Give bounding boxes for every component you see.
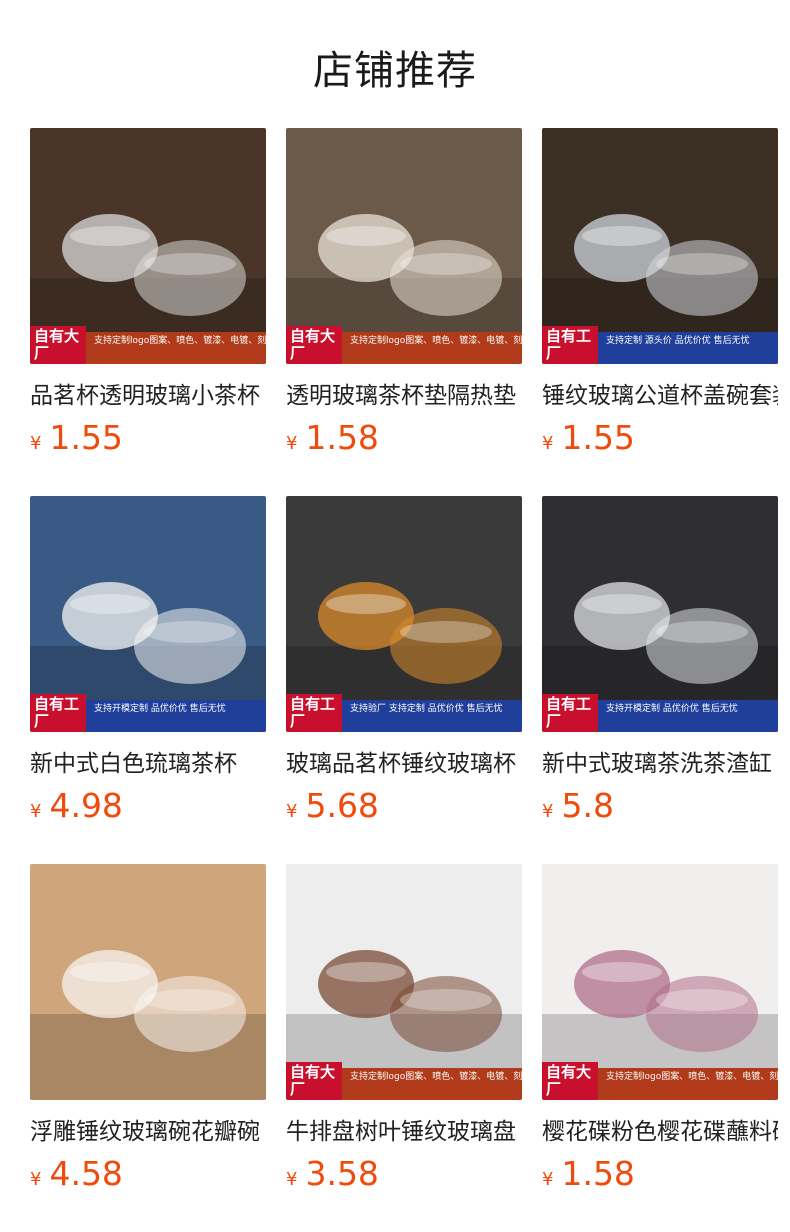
product-name[interactable]: 新中式玻璃茶洗茶渣缸 — [542, 744, 778, 778]
product-price: ¥3.58 — [286, 1154, 522, 1193]
product-name[interactable]: 品茗杯透明玻璃小茶杯 — [30, 376, 266, 410]
product-name[interactable]: 玻璃品茗杯锤纹玻璃杯 — [286, 744, 522, 778]
product-card[interactable]: 自有工厂 支持开模定制 品优价优 售后无忧新中式玻璃茶洗茶渣缸 ¥5.8 — [542, 496, 778, 825]
promo-banner: 支持开模定制 品优价优 售后无忧 — [86, 700, 266, 732]
product-image[interactable]: 自有大厂支持定制logo图案、喷色、镀漆、电镀、刻花、贴钻等后加工、包装 — [286, 128, 522, 364]
factory-badge: 自有工厂 — [542, 694, 598, 732]
product-card[interactable]: 自有工厂 支持定制 源头价 品优价优 售后无忧锤纹玻璃公道杯盖碗套装 ¥1.55 — [542, 128, 778, 457]
product-card[interactable]: 自有大厂支持定制logo图案、喷色、镀漆、电镀、刻花、贴钻等后加工、包装牛排盘树… — [286, 864, 522, 1193]
product-image[interactable]: 自有工厂 支持定制 源头价 品优价优 售后无忧 — [542, 128, 778, 364]
product-image[interactable]: 自有大厂支持定制logo图案、喷色、镀漆、电镀、刻花、贴钻等后加工、包装 — [542, 864, 778, 1100]
product-card[interactable]: 自有工厂 支持验厂 支持定制 品优价优 售后无忧玻璃品茗杯锤纹玻璃杯 ¥5.68 — [286, 496, 522, 825]
price-value: 5.8 — [561, 786, 614, 825]
promo-banner: 支持定制logo图案、喷色、镀漆、电镀、刻花、贴钻等后加工、包装 — [86, 332, 266, 364]
factory-badge: 自有大厂 — [286, 1062, 342, 1100]
product-card[interactable]: 自有大厂支持定制logo图案、喷色、镀漆、电镀、刻花、贴钻等后加工、包装品茗杯透… — [30, 128, 266, 457]
price-value: 4.98 — [49, 786, 123, 825]
product-image[interactable]: 自有工厂 支持验厂 支持定制 品优价优 售后无忧 — [286, 496, 522, 732]
product-image[interactable]: 自有工厂 支持开模定制 品优价优 售后无忧 — [542, 496, 778, 732]
product-name[interactable]: 新中式白色琉璃茶杯 — [30, 744, 266, 778]
currency-symbol: ¥ — [286, 801, 298, 822]
product-card[interactable]: 自有大厂支持定制logo图案、喷色、镀漆、电镀、刻花、贴钻等后加工、包装透明玻璃… — [286, 128, 522, 457]
product-image[interactable]: 自有大厂支持定制logo图案、喷色、镀漆、电镀、刻花、贴钻等后加工、包装 — [30, 128, 266, 364]
price-value: 1.58 — [305, 418, 379, 457]
price-value: 1.55 — [561, 418, 635, 457]
promo-banner: 支持定制logo图案、喷色、镀漆、电镀、刻花、贴钻等后加工、包装 — [342, 1068, 522, 1100]
promo-banner: 支持定制 源头价 品优价优 售后无忧 — [598, 332, 778, 364]
factory-badge: 自有大厂 — [286, 326, 342, 364]
factory-badge: 自有工厂 — [542, 326, 598, 364]
promo-banner: 支持验厂 支持定制 品优价优 售后无忧 — [342, 700, 522, 732]
factory-badge: 自有大厂 — [30, 326, 86, 364]
product-price: ¥5.8 — [542, 786, 778, 825]
product-price: ¥5.68 — [286, 786, 522, 825]
section-title: 店铺推荐 — [313, 48, 477, 94]
price-value: 1.58 — [561, 1154, 635, 1193]
product-name[interactable]: 牛排盘树叶锤纹玻璃盘 — [286, 1112, 522, 1146]
price-value: 4.58 — [49, 1154, 123, 1193]
product-name[interactable]: 浮雕锤纹玻璃碗花瓣碗 — [30, 1112, 266, 1146]
currency-symbol: ¥ — [286, 1169, 298, 1190]
price-value: 1.55 — [49, 418, 123, 457]
price-value: 3.58 — [305, 1154, 379, 1193]
promo-banner: 支持定制logo图案、喷色、镀漆、电镀、刻花、贴钻等后加工、包装 — [342, 332, 522, 364]
product-name[interactable]: 樱花碟粉色樱花碟蘸料碟 — [542, 1112, 778, 1146]
price-value: 5.68 — [305, 786, 379, 825]
product-price: ¥1.58 — [286, 418, 522, 457]
currency-symbol: ¥ — [286, 433, 298, 454]
factory-badge: 自有工厂 — [30, 694, 86, 732]
factory-badge: 自有工厂 — [286, 694, 342, 732]
promo-banner: 支持开模定制 品优价优 售后无忧 — [598, 700, 778, 732]
product-price: ¥1.58 — [542, 1154, 778, 1193]
promo-banner: 支持定制logo图案、喷色、镀漆、电镀、刻花、贴钻等后加工、包装 — [598, 1068, 778, 1100]
product-card[interactable]: 自有大厂支持定制logo图案、喷色、镀漆、电镀、刻花、贴钻等后加工、包装樱花碟粉… — [542, 864, 778, 1193]
product-price: ¥1.55 — [30, 418, 266, 457]
product-name[interactable]: 锤纹玻璃公道杯盖碗套装 — [542, 376, 778, 410]
product-image[interactable]: 自有工厂 支持开模定制 品优价优 售后无忧 — [30, 496, 266, 732]
product-name[interactable]: 透明玻璃茶杯垫隔热垫 — [286, 376, 522, 410]
product-card[interactable]: 浮雕锤纹玻璃碗花瓣碗 ¥4.58 — [30, 864, 266, 1193]
currency-symbol: ¥ — [30, 801, 42, 822]
currency-symbol: ¥ — [542, 433, 554, 454]
product-card[interactable]: 自有工厂 支持开模定制 品优价优 售后无忧新中式白色琉璃茶杯 ¥4.98 — [30, 496, 266, 825]
factory-badge: 自有大厂 — [542, 1062, 598, 1100]
currency-symbol: ¥ — [542, 801, 554, 822]
product-price: ¥4.98 — [30, 786, 266, 825]
product-price: ¥4.58 — [30, 1154, 266, 1193]
product-image[interactable] — [30, 864, 266, 1100]
currency-symbol: ¥ — [30, 433, 42, 454]
product-price: ¥1.55 — [542, 418, 778, 457]
product-image[interactable]: 自有大厂支持定制logo图案、喷色、镀漆、电镀、刻花、贴钻等后加工、包装 — [286, 864, 522, 1100]
currency-symbol: ¥ — [542, 1169, 554, 1190]
currency-symbol: ¥ — [30, 1169, 42, 1190]
